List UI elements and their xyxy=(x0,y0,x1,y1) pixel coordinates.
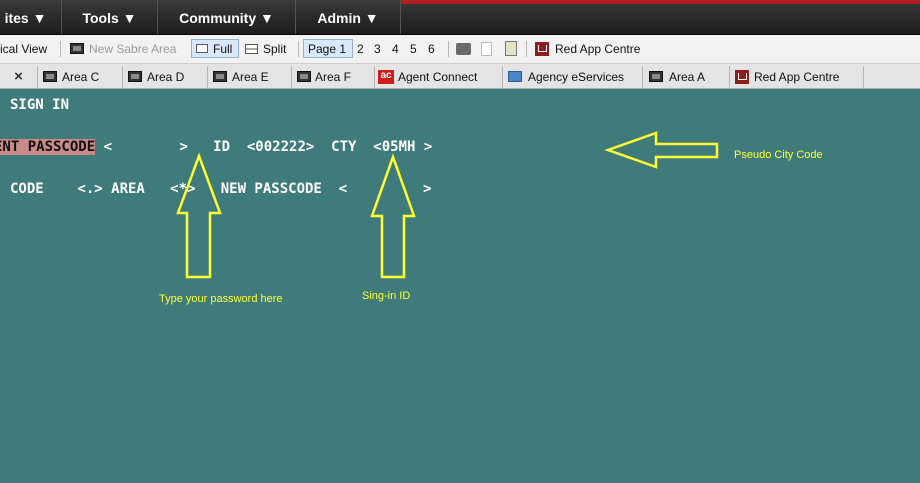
annotation-password: Type your password here xyxy=(159,293,283,305)
annotation-pcc: Pseudo City Code xyxy=(734,149,823,161)
arrow-pcc xyxy=(604,131,719,169)
arrow-signin xyxy=(370,153,416,279)
annotation-arrows xyxy=(176,131,719,279)
annotation-signin: Sing-in ID xyxy=(362,290,411,302)
arrow-password xyxy=(176,152,222,279)
